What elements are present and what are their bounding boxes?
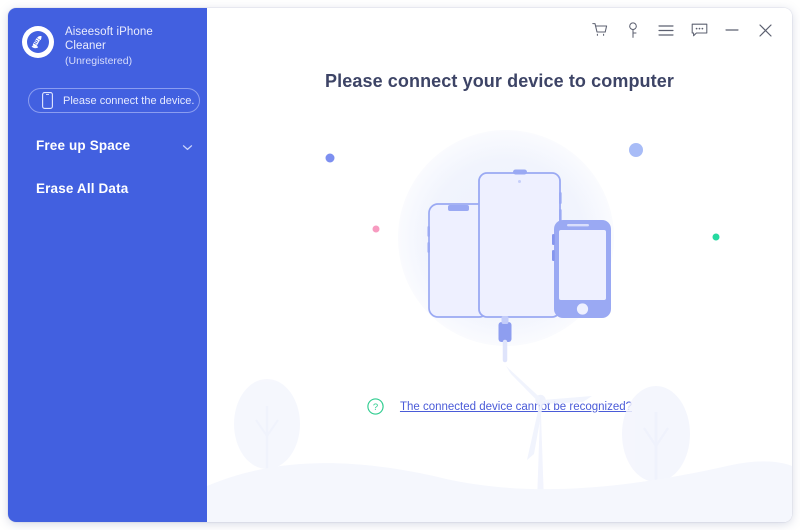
broom-icon	[22, 26, 54, 58]
hill	[207, 461, 792, 522]
menu-icon[interactable]	[653, 17, 679, 43]
window-titlebar	[580, 8, 792, 52]
phone-icon	[42, 92, 53, 109]
close-icon[interactable]	[752, 17, 778, 43]
key-icon[interactable]	[620, 17, 646, 43]
devices-illustration	[207, 108, 792, 368]
minimize-icon[interactable]	[719, 17, 745, 43]
brand-header: Aiseesoft iPhone Cleaner (Unregistered)	[22, 24, 202, 68]
sidebar-item-free-up-space[interactable]: Free up Space	[8, 132, 207, 158]
application-window: Aiseesoft iPhone Cleaner (Unregistered) …	[8, 8, 792, 522]
brand-text-block: Aiseesoft iPhone Cleaner (Unregistered)	[65, 24, 153, 68]
feedback-icon[interactable]	[686, 17, 712, 43]
page-title: Please connect your device to computer	[325, 71, 674, 91]
svg-text:?: ?	[373, 402, 378, 413]
main-content: Please connect your device to computer ?…	[207, 8, 792, 522]
connect-device-status-pill[interactable]: Please connect the device.	[28, 88, 200, 113]
dot-pink	[372, 225, 380, 233]
dot-blue-right	[629, 143, 643, 157]
question-circle-icon: ?	[367, 398, 384, 415]
help-row: ? The connected device cannot be recogni…	[207, 398, 792, 415]
brand-name-line2: Cleaner	[65, 40, 106, 52]
registration-status: (Unregistered)	[65, 55, 133, 67]
sidebar-item-label: Free up Space	[36, 137, 131, 153]
windmill	[506, 366, 592, 502]
device-not-recognized-link[interactable]: The connected device cannot be recognize…	[400, 401, 632, 413]
chevron-down-icon	[182, 140, 193, 151]
dot-green	[712, 233, 720, 241]
dot-blue-left	[325, 153, 335, 163]
sidebar-item-erase-all-data[interactable]: Erase All Data	[8, 175, 207, 201]
tree-left	[234, 379, 300, 474]
sidebar-item-label: Erase All Data	[36, 180, 129, 196]
sidebar: Aiseesoft iPhone Cleaner (Unregistered) …	[8, 8, 207, 522]
brand-name-line1: Aiseesoft iPhone	[65, 26, 153, 38]
landscape-decoration	[207, 362, 792, 522]
cart-icon[interactable]	[587, 17, 613, 43]
connect-pill-label: Please connect the device.	[63, 94, 195, 107]
